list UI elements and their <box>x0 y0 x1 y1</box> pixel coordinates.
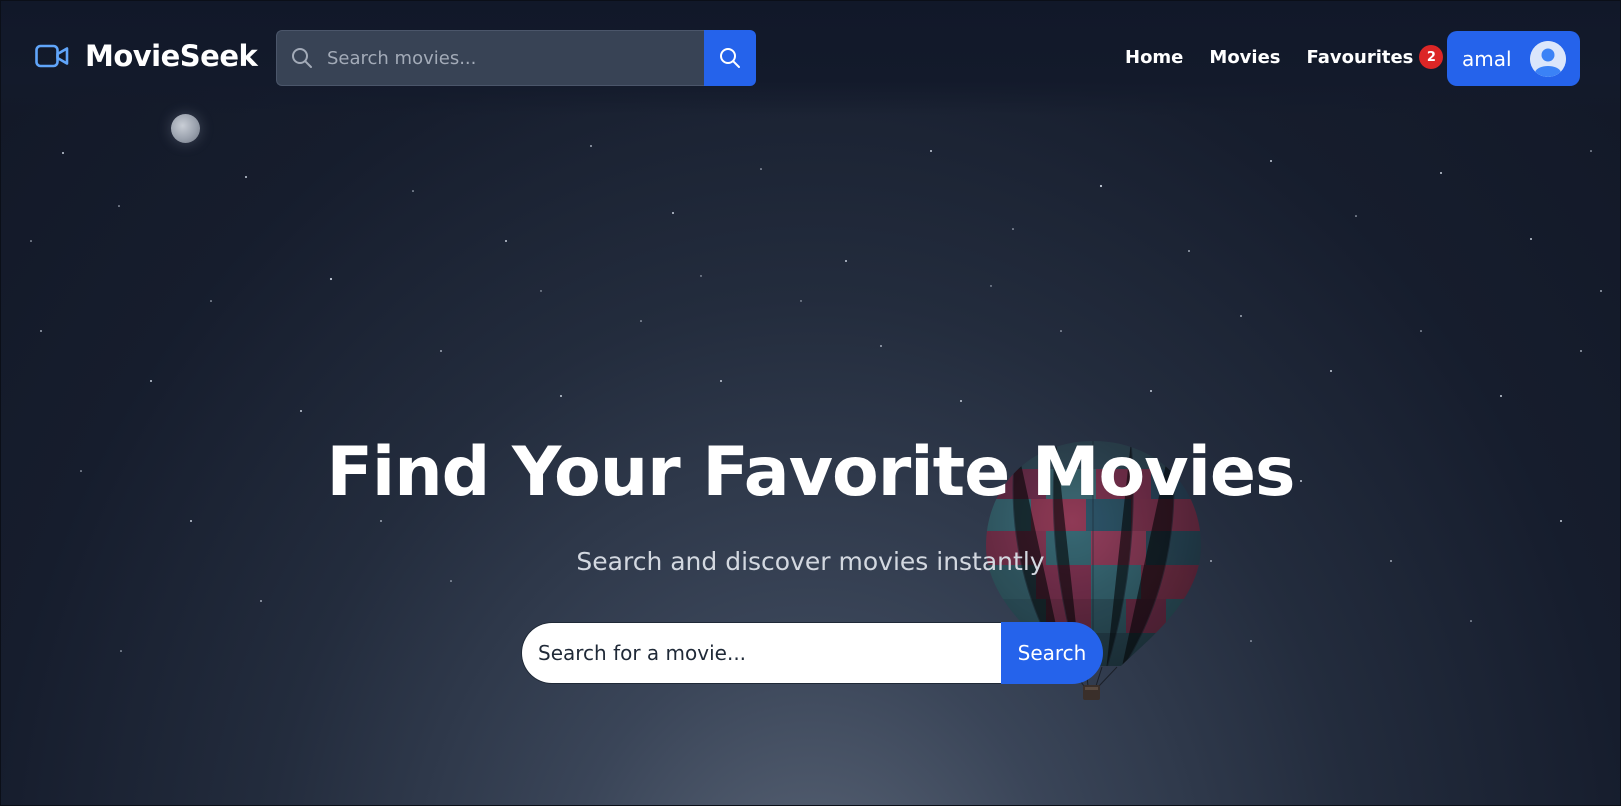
header-search-button[interactable] <box>704 30 756 86</box>
search-icon <box>292 48 312 68</box>
user-menu-button[interactable]: amal <box>1447 31 1580 86</box>
app-frame: MovieSeek Home Movies Favourites <box>0 0 1621 806</box>
hero-search-button[interactable]: Search <box>1001 622 1103 684</box>
nav-link-favourites[interactable]: Favourites 2 <box>1307 45 1444 69</box>
header-search-input[interactable] <box>325 46 669 70</box>
brand-logo[interactable]: MovieSeek <box>35 39 258 73</box>
nav-link-home[interactable]: Home <box>1125 47 1183 68</box>
favourites-count-badge: 2 <box>1419 45 1444 69</box>
moon-image <box>171 114 200 143</box>
hero-search-input[interactable] <box>521 622 1001 684</box>
user-avatar-icon <box>1530 40 1566 77</box>
hero-title: Find Your Favorite Movies <box>326 433 1295 512</box>
header-search-field[interactable] <box>276 30 704 86</box>
header-search-bar <box>276 30 756 86</box>
nav-link-favourites-label: Favourites <box>1306 46 1414 68</box>
starfield-background <box>30 145 1602 652</box>
main-nav: Home Movies Favourites 2 <box>1125 45 1444 69</box>
nav-link-movies[interactable]: Movies <box>1209 47 1280 68</box>
top-navbar: MovieSeek Home Movies Favourites <box>1 1 1620 115</box>
user-name: amal <box>1462 46 1512 71</box>
hero-subtitle: Search and discover movies instantly <box>576 547 1045 576</box>
brand-name: MovieSeek <box>85 39 258 73</box>
video-camera-icon <box>35 44 69 68</box>
hero-search-form: Search <box>521 622 1103 684</box>
search-icon <box>720 48 740 68</box>
